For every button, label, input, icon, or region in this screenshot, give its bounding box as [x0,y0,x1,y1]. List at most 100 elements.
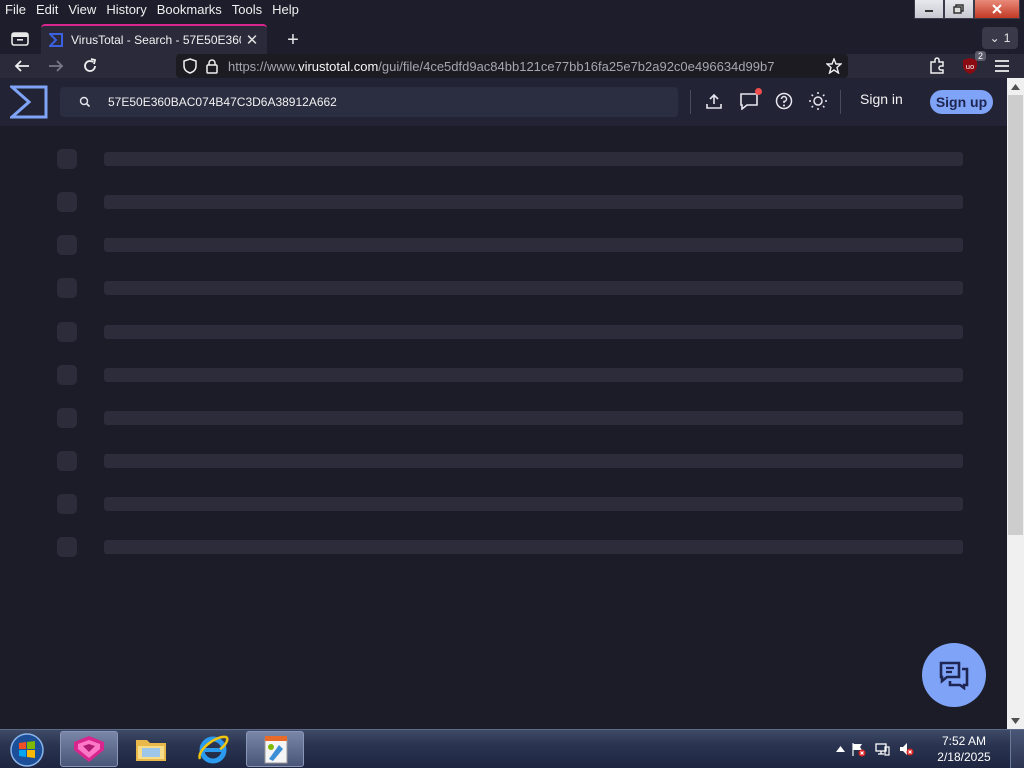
url-bar[interactable]: https://www.virustotal.com/gui/file/4ce5… [176,54,848,78]
show-desktop-button[interactable] [1010,730,1024,768]
skeleton-row [0,451,1007,471]
back-button[interactable] [10,54,34,78]
skeleton-bar [104,325,963,339]
skeleton-square [57,537,77,557]
skeleton-square [57,192,77,212]
menu-history[interactable]: History [101,0,151,20]
url-domain: virustotal.com [298,58,379,74]
sign-up-button[interactable]: Sign up [930,90,993,114]
menu-view[interactable]: View [63,0,101,20]
skeleton-row [0,149,1007,169]
scroll-down-arrow-icon[interactable] [1007,712,1024,729]
close-icon [992,4,1002,14]
theme-toggle-button[interactable] [807,90,829,112]
volume-muted-icon[interactable] [898,741,914,757]
taskbar-file-explorer[interactable] [122,731,180,767]
notifications-button[interactable] [738,88,762,112]
menu-edit[interactable]: Edit [31,0,63,20]
tab-overflow-button[interactable]: ⌄ 1 [982,27,1018,49]
taskbar-firefox[interactable] [60,731,118,767]
chat-icon [939,661,969,690]
chat-support-button[interactable] [922,643,986,707]
new-tab-button[interactable]: + [281,28,305,52]
network-icon[interactable] [874,741,890,757]
reload-button[interactable] [78,54,102,78]
upload-button[interactable] [703,90,725,112]
skeleton-row [0,494,1007,514]
page-scrollbar[interactable] [1007,78,1024,729]
sun-icon [809,92,827,110]
restore-button[interactable] [944,0,974,19]
skeleton-bar [104,454,963,468]
skeleton-bar [104,152,963,166]
tab-title: VirusTotal - Search - 57E50E360E [71,33,242,47]
puzzle-icon [930,57,944,74]
navigation-bar: https://www.virustotal.com/gui/file/4ce5… [0,51,1024,78]
start-button[interactable] [6,731,48,768]
help-button[interactable] [773,90,795,112]
skeleton-bar [104,195,963,209]
skeleton-row [0,235,1007,255]
folder-icon [136,740,166,761]
tab-close-icon[interactable]: ✕ [245,31,259,49]
tab-bar: VirusTotal - Search - 57E50E360E ✕ + ⌄ 1 [0,22,1024,54]
skeleton-square [57,451,77,471]
forward-button[interactable] [44,54,68,78]
paint-app-icon [264,736,288,764]
close-window-button[interactable] [974,0,1020,19]
ublock-extension-button[interactable]: uo 2 [958,51,986,78]
skeleton-row [0,192,1007,212]
scroll-up-arrow-icon[interactable] [1007,78,1024,95]
window-controls [914,0,1020,19]
search-box[interactable] [60,87,678,117]
virustotal-favicon-icon [49,33,63,47]
skeleton-square [57,322,77,342]
sign-in-link[interactable]: Sign in [860,91,903,107]
show-hidden-icons-arrow-icon[interactable] [832,741,848,757]
windows-start-orb-icon [10,733,44,767]
bookmark-star-icon[interactable] [826,58,842,74]
skeleton-row [0,322,1007,342]
hamburger-menu-icon [995,60,1009,72]
menu-bookmarks[interactable]: Bookmarks [152,0,227,20]
tab-list-icon [11,32,29,46]
skeleton-bar [104,411,963,425]
extensions-button[interactable] [925,54,949,78]
skeleton-square [57,149,77,169]
skeleton-bar [104,281,963,295]
forward-arrow-icon [49,60,64,72]
shield-icon[interactable] [182,58,198,74]
firefox-app-icon [74,736,104,762]
header-divider [690,90,691,114]
search-icon [78,95,92,109]
internet-explorer-icon [198,735,229,764]
header-divider [840,90,841,114]
app-menu-button[interactable] [990,54,1014,78]
url-prefix: https://www. [228,58,299,74]
system-clock[interactable]: 7:52 AM 2/18/2025 [934,733,994,765]
clock-date: 2/18/2025 [937,750,991,764]
virustotal-logo-icon[interactable] [8,85,48,119]
skeleton-bar [104,497,963,511]
minimize-button[interactable] [914,0,944,19]
chat-bubble-icon [740,93,758,110]
skeleton-square [57,494,77,514]
tab-count-label: 1 [1003,31,1011,45]
menu-help[interactable]: Help [267,0,304,20]
skeleton-square [57,365,77,385]
search-input[interactable] [108,87,668,117]
menu-file[interactable]: File [0,0,31,20]
svg-text:uo: uo [966,63,975,71]
skeleton-square [57,235,77,255]
menu-tools[interactable]: Tools [227,0,267,20]
scrollbar-thumb[interactable] [1008,95,1023,535]
tab-virustotal[interactable]: VirusTotal - Search - 57E50E360E ✕ [41,24,267,54]
action-center-flag-icon[interactable] [850,741,866,757]
taskbar-internet-explorer[interactable] [184,731,242,767]
tab-list-button[interactable] [6,26,34,52]
skeleton-row [0,408,1007,428]
lock-icon[interactable] [204,58,220,74]
taskbar-paint[interactable] [246,731,304,767]
skeleton-square [57,408,77,428]
minimize-icon [925,10,933,12]
